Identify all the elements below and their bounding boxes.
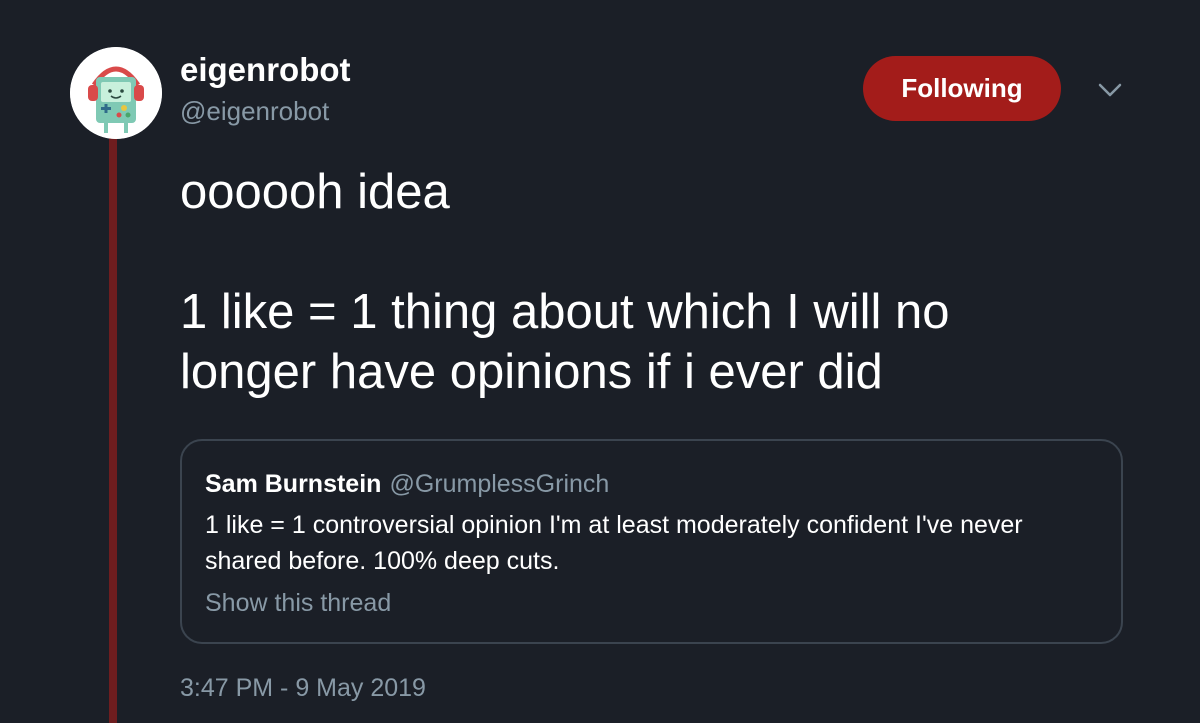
quoted-author-name: Sam Burnstein [205,470,382,498]
show-thread-link[interactable]: Show this thread [205,587,391,619]
quoted-author-handle: @GrumplessGrinch [389,470,610,498]
chevron-down-icon[interactable] [1096,78,1124,102]
following-button[interactable]: Following [863,56,1061,121]
tweet-text-line1: oooooh idea [180,165,450,219]
thread-line [109,138,117,723]
author-handle[interactable]: @eigenrobot [180,94,329,128]
quoted-tweet-text: 1 like = 1 controversial opinion I'm at … [205,511,1023,575]
tweet-card: eigenrobot @eigenrobot Following oooooh … [0,0,1200,723]
author-display-name[interactable]: eigenrobot [180,50,351,90]
quoted-tweet[interactable]: Sam Burnstein @GrumplessGrinch 1 like = 1… [180,439,1123,644]
quoted-tweet-header: Sam Burnstein @GrumplessGrinch [205,469,609,499]
tweet-text-line2: 1 like = 1 thing about which I will no l… [180,285,950,399]
bmo-robot-icon [70,47,162,139]
tweet-timestamp[interactable]: 3:47 PM - 9 May 2019 [180,672,426,704]
avatar[interactable] [70,47,162,139]
